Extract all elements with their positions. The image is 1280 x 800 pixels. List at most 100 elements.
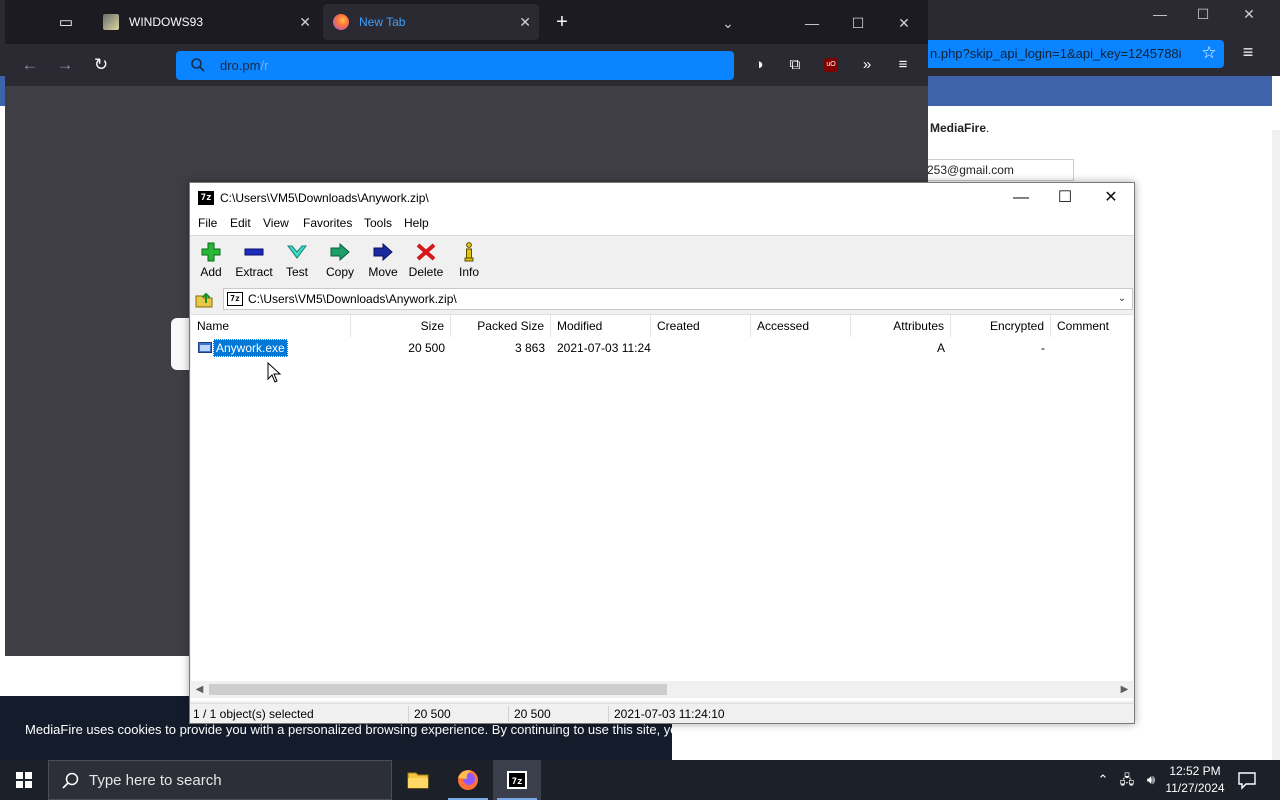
status-modified: 2021-07-03 11:24:10 bbox=[614, 707, 725, 721]
column-packed-size[interactable]: Packed Size bbox=[451, 315, 551, 337]
move-button[interactable]: Move bbox=[362, 240, 404, 284]
mediafire-text: MediaFire. bbox=[930, 121, 990, 135]
scrollbar-thumb[interactable] bbox=[209, 684, 667, 695]
7zip-titlebar: 7z C:\Users\VM5\Downloads\Anywork.zip\ —… bbox=[190, 183, 1134, 213]
reload-button[interactable]: ↻ bbox=[89, 54, 113, 76]
folder-up-icon[interactable] bbox=[194, 289, 214, 309]
maximize-button[interactable]: ☐ bbox=[847, 12, 869, 34]
ublock-origin-icon[interactable]: uO bbox=[819, 54, 843, 76]
add-button[interactable]: Add bbox=[190, 240, 232, 284]
move-icon bbox=[373, 242, 393, 262]
file-name-cell[interactable]: Anywork.exe bbox=[195, 339, 355, 357]
file-list: Name Size Packed Size Modified Created A… bbox=[191, 314, 1133, 701]
column-name[interactable]: Name bbox=[191, 315, 351, 337]
column-encrypted[interactable]: Encrypted bbox=[951, 315, 1051, 337]
menu-edit[interactable]: Edit bbox=[230, 216, 251, 230]
encrypted-cell: - bbox=[1041, 341, 1045, 355]
minimize-button[interactable]: — bbox=[998, 183, 1044, 213]
delete-button[interactable]: Delete bbox=[405, 240, 447, 284]
chevron-down-icon[interactable]: ⌄ bbox=[1114, 289, 1130, 309]
system-clock[interactable]: 12:52 PM 11/27/2024 bbox=[1160, 763, 1230, 797]
menu-view[interactable]: View bbox=[263, 216, 289, 230]
column-attributes[interactable]: Attributes bbox=[851, 315, 951, 337]
menu-tools[interactable]: Tools bbox=[364, 216, 392, 230]
scroll-left-icon[interactable]: ◀ bbox=[191, 681, 208, 698]
path-text: C:\Users\VM5\Downloads\Anywork.zip\ bbox=[248, 292, 457, 306]
background-url-field[interactable]: n.php?skip_api_login=1&api_key=1245788i bbox=[900, 40, 1224, 68]
extract-icon bbox=[244, 248, 264, 256]
clock-date: 11/27/2024 bbox=[1165, 781, 1225, 795]
toolbar: Add Extract Test Copy Move Delete Info bbox=[190, 235, 1134, 285]
tab-label: WINDOWS93 bbox=[129, 15, 204, 29]
copy-button[interactable]: Copy bbox=[319, 240, 361, 284]
volume-icon[interactable]: 🔊︎ bbox=[1141, 770, 1161, 790]
test-icon bbox=[287, 245, 307, 259]
copy-icon bbox=[330, 242, 350, 262]
bookmark-star-icon[interactable]: ☆ bbox=[1198, 42, 1220, 64]
background-menu-icon[interactable]: ≡ bbox=[1236, 42, 1260, 62]
column-created[interactable]: Created bbox=[651, 315, 751, 337]
info-button[interactable]: Info bbox=[448, 240, 490, 284]
menu-favorites[interactable]: Favorites bbox=[303, 216, 352, 230]
file-explorer-taskbar-button[interactable] bbox=[394, 760, 442, 800]
tab-list-icon[interactable]: ▭ bbox=[55, 12, 77, 34]
test-button[interactable]: Test bbox=[276, 240, 318, 284]
background-minimize-button[interactable]: — bbox=[1145, 6, 1175, 22]
tab-windows93[interactable]: WINDOWS93 ✕ bbox=[93, 4, 319, 40]
close-button[interactable]: ✕ bbox=[1088, 183, 1134, 213]
tab-label: New Tab bbox=[359, 15, 406, 29]
firefox-taskbar-button[interactable] bbox=[444, 760, 492, 800]
column-comment[interactable]: Comment bbox=[1051, 315, 1133, 337]
created-cell bbox=[651, 339, 751, 357]
7zip-taskbar-button[interactable]: 7z bbox=[493, 760, 541, 800]
account-icon[interactable]: ◑ bbox=[747, 54, 771, 76]
horizontal-scrollbar[interactable]: ◀ ▶ bbox=[191, 681, 1133, 698]
tab-close-icon[interactable]: ✕ bbox=[299, 4, 311, 40]
file-name: Anywork.exe bbox=[213, 339, 288, 357]
size-cell: 20 500 bbox=[408, 341, 445, 355]
network-icon[interactable]: 🖧 bbox=[1117, 770, 1137, 790]
back-button[interactable]: ← bbox=[18, 54, 42, 76]
column-size[interactable]: Size bbox=[351, 315, 451, 337]
menu-file[interactable]: File bbox=[198, 216, 217, 230]
column-accessed[interactable]: Accessed bbox=[751, 315, 851, 337]
background-close-button[interactable]: ✕ bbox=[1234, 6, 1264, 23]
svg-text:7z: 7z bbox=[512, 777, 523, 787]
tab-close-icon[interactable]: ✕ bbox=[519, 4, 531, 40]
url-bar[interactable]: dro.pm/r bbox=[176, 51, 734, 80]
background-maximize-button[interactable]: ☐ bbox=[1188, 6, 1218, 23]
close-button[interactable]: ✕ bbox=[893, 12, 915, 34]
windows93-favicon-icon bbox=[103, 14, 119, 30]
overflow-menu-icon[interactable]: » bbox=[855, 54, 879, 76]
background-scrollbar[interactable] bbox=[1272, 130, 1280, 760]
email-field[interactable]: 253@gmail.com bbox=[918, 159, 1074, 181]
search-icon bbox=[62, 772, 79, 789]
column-modified[interactable]: Modified bbox=[551, 315, 651, 337]
folder-icon bbox=[407, 772, 429, 789]
status-bar: 1 / 1 object(s) selected 20 500 20 500 2… bbox=[190, 703, 1134, 723]
minimize-button[interactable]: — bbox=[801, 12, 823, 34]
path-field[interactable]: 7z C:\Users\VM5\Downloads\Anywork.zip\ ⌄ bbox=[223, 288, 1133, 310]
status-separator bbox=[608, 706, 609, 722]
add-icon bbox=[201, 242, 221, 262]
scroll-right-icon[interactable]: ▶ bbox=[1116, 681, 1133, 698]
app-menu-icon[interactable]: ≡ bbox=[891, 54, 915, 76]
status-packed: 20 500 bbox=[514, 707, 551, 721]
mouse-pointer-icon bbox=[267, 362, 281, 383]
taskbar-search-box[interactable]: Type here to search bbox=[48, 760, 392, 800]
maximize-button[interactable]: ☐ bbox=[1042, 183, 1088, 213]
tab-new-tab[interactable]: New Tab ✕ bbox=[323, 4, 539, 40]
notification-center-icon[interactable] bbox=[1236, 770, 1258, 790]
windows-start-icon[interactable] bbox=[0, 760, 48, 800]
extract-button[interactable]: Extract bbox=[233, 240, 275, 284]
show-hidden-icons-icon[interactable]: ⌃ bbox=[1093, 770, 1113, 790]
7zip-icon: 7z bbox=[507, 771, 527, 789]
list-all-tabs-icon[interactable]: ⌄ bbox=[717, 12, 739, 34]
firefox-icon bbox=[458, 770, 478, 790]
status-size: 20 500 bbox=[414, 707, 451, 721]
table-row[interactable]: Anywork.exe 20 500 3 863 2021-07-03 11:2… bbox=[191, 339, 1133, 357]
new-tab-button[interactable]: + bbox=[551, 11, 573, 33]
extensions-icon[interactable]: ⧉ bbox=[783, 54, 807, 76]
forward-button[interactable]: → bbox=[53, 54, 77, 76]
menu-help[interactable]: Help bbox=[404, 216, 429, 230]
